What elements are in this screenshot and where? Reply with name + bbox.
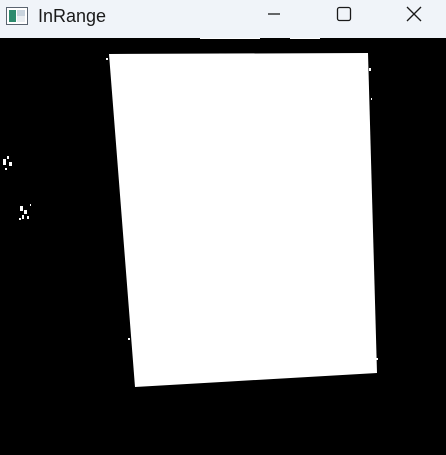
minimize-button[interactable] [239,0,309,32]
minimize-icon [266,6,282,27]
close-button[interactable] [379,0,446,32]
title-bar[interactable]: InRange [0,0,446,38]
maximize-icon [336,6,352,27]
inrange-window: InRange [0,0,446,455]
mask-image [0,38,446,455]
mask-white-region [109,53,377,387]
app-window-icon [6,6,28,26]
image-canvas[interactable] [0,38,446,455]
window-title: InRange [38,6,107,26]
close-icon [406,6,422,27]
maximize-button[interactable] [309,0,379,32]
